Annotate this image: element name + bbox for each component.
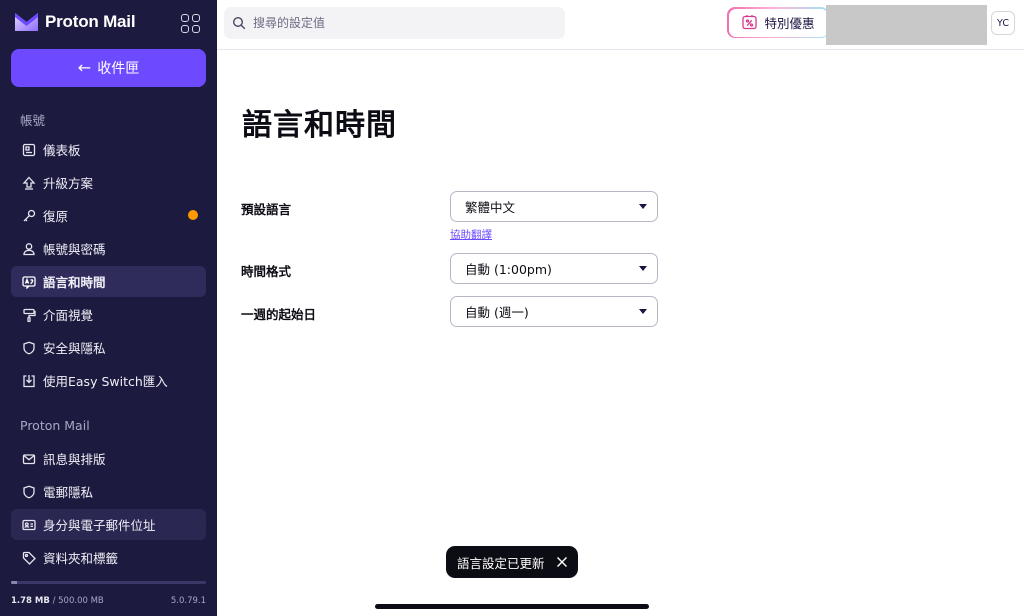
sidebar-item-label: 安全與隱私: [43, 341, 106, 356]
toast-message: 語言設定已更新: [457, 555, 545, 571]
sidebar-item-label: 復原: [43, 209, 69, 224]
default-language-label: 預設語言: [241, 202, 292, 217]
sidebar-item-dashboard[interactable]: 儀表板: [11, 134, 206, 165]
sidebar-item-label: 資料夾和標籤: [43, 551, 119, 566]
sidebar-item-language-time[interactable]: 語言和時間: [11, 266, 206, 297]
search-icon: [232, 16, 246, 30]
search-input[interactable]: [253, 16, 543, 30]
back-to-inbox-label: 收件匣: [97, 61, 140, 77]
arrow-left-icon: ←: [77, 58, 92, 77]
upgrade-icon: [22, 176, 36, 190]
import-icon: [22, 374, 36, 388]
page-title: 語言和時間: [242, 108, 397, 143]
storage-used: 1.78 MB: [11, 596, 50, 606]
week-start-select[interactable]: 自動 (週一): [450, 296, 658, 327]
sidebar-item-label: 訊息與排版: [43, 452, 106, 467]
account-section-label: 帳號: [20, 113, 46, 128]
default-language-value: 繁體中文: [465, 200, 516, 215]
sidebar-item-folders-labels[interactable]: 資料夾和標籤: [11, 542, 206, 573]
help-translate-link[interactable]: 協助翻譯: [450, 227, 492, 242]
storage-usage-fill: [11, 581, 17, 584]
paint-roller-icon: [22, 308, 36, 322]
sidebar-item-identity-addresses[interactable]: 身分與電子郵件位址: [11, 509, 206, 540]
storage-usage-bar: [11, 581, 206, 584]
caret-down-icon: [639, 266, 647, 271]
time-format-value: 自動 (1:00pm): [465, 262, 552, 277]
sidebar-item-label: 儀表板: [43, 143, 81, 158]
sidebar: Proton Mail ← 收件匣 帳號 儀表板 升級方案 復原 帳號與密碼 語…: [0, 0, 217, 616]
notification-toast: 語言設定已更新: [446, 546, 578, 578]
account-name-redacted[interactable]: [826, 5, 987, 45]
sidebar-item-label: 帳號與密碼: [43, 242, 106, 257]
sidebar-item-upgrade[interactable]: 升級方案: [11, 167, 206, 198]
settings-search[interactable]: [224, 7, 565, 39]
tag-icon: [22, 551, 36, 565]
shield-icon: [22, 341, 36, 355]
storage-total: / 500.00 MB: [52, 596, 104, 606]
user-avatar[interactable]: YC: [991, 11, 1015, 35]
close-icon[interactable]: [555, 555, 569, 569]
key-icon: [22, 209, 36, 223]
shield-icon: [22, 485, 36, 499]
special-offer-button[interactable]: 特別優惠: [727, 7, 829, 38]
default-language-select[interactable]: 繁體中文: [450, 191, 658, 222]
sidebar-item-label: 升級方案: [43, 176, 94, 191]
proton-mail-logo-icon: [15, 13, 38, 31]
mail-section-label: Proton Mail: [20, 418, 90, 433]
envelope-icon: [22, 452, 36, 466]
sidebar-item-email-privacy[interactable]: 電郵隱私: [11, 476, 206, 507]
special-offer-label: 特別優惠: [764, 16, 815, 31]
sidebar-item-appearance[interactable]: 介面視覺: [11, 299, 206, 330]
sidebar-item-security-privacy[interactable]: 安全與隱私: [11, 332, 206, 363]
discount-tag-icon: [741, 14, 758, 31]
sidebar-item-label: 身分與電子郵件位址: [43, 518, 156, 533]
sidebar-item-account-password[interactable]: 帳號與密碼: [11, 233, 206, 264]
id-card-icon: [22, 518, 36, 532]
proton-mail-logo[interactable]: Proton Mail: [14, 11, 136, 33]
language-icon: [22, 275, 36, 289]
top-bar: 特別優惠 YC: [217, 0, 1024, 50]
home-indicator[interactable]: [375, 604, 649, 609]
apps-grid-icon[interactable]: [181, 14, 201, 34]
time-format-select[interactable]: 自動 (1:00pm): [450, 253, 658, 284]
caret-down-icon: [639, 309, 647, 314]
sidebar-item-easy-switch-import[interactable]: 使用Easy Switch匯入: [11, 365, 206, 396]
sidebar-item-label: 電郵隱私: [43, 485, 94, 500]
caret-down-icon: [639, 204, 647, 209]
sidebar-item-recovery[interactable]: 復原: [11, 200, 206, 231]
notification-dot: [188, 210, 198, 220]
brand-name: Proton Mail: [45, 12, 136, 31]
sidebar-item-label: 介面視覺: [43, 308, 94, 323]
time-format-label: 時間格式: [241, 264, 292, 279]
week-start-value: 自動 (週一): [465, 305, 529, 320]
sidebar-item-label: 語言和時間: [43, 275, 106, 290]
sidebar-item-label: 使用Easy Switch匯入: [43, 374, 168, 389]
back-to-inbox-button[interactable]: ← 收件匣: [11, 49, 206, 87]
storage-usage-text: 1.78 MB / 500.00 MB: [11, 596, 104, 606]
week-start-label: 一週的起始日: [241, 307, 317, 322]
app-version: 5.0.79.1: [170, 596, 206, 606]
sidebar-item-messages-composing[interactable]: 訊息與排版: [11, 443, 206, 474]
dashboard-icon: [22, 143, 36, 157]
user-icon: [22, 242, 36, 256]
